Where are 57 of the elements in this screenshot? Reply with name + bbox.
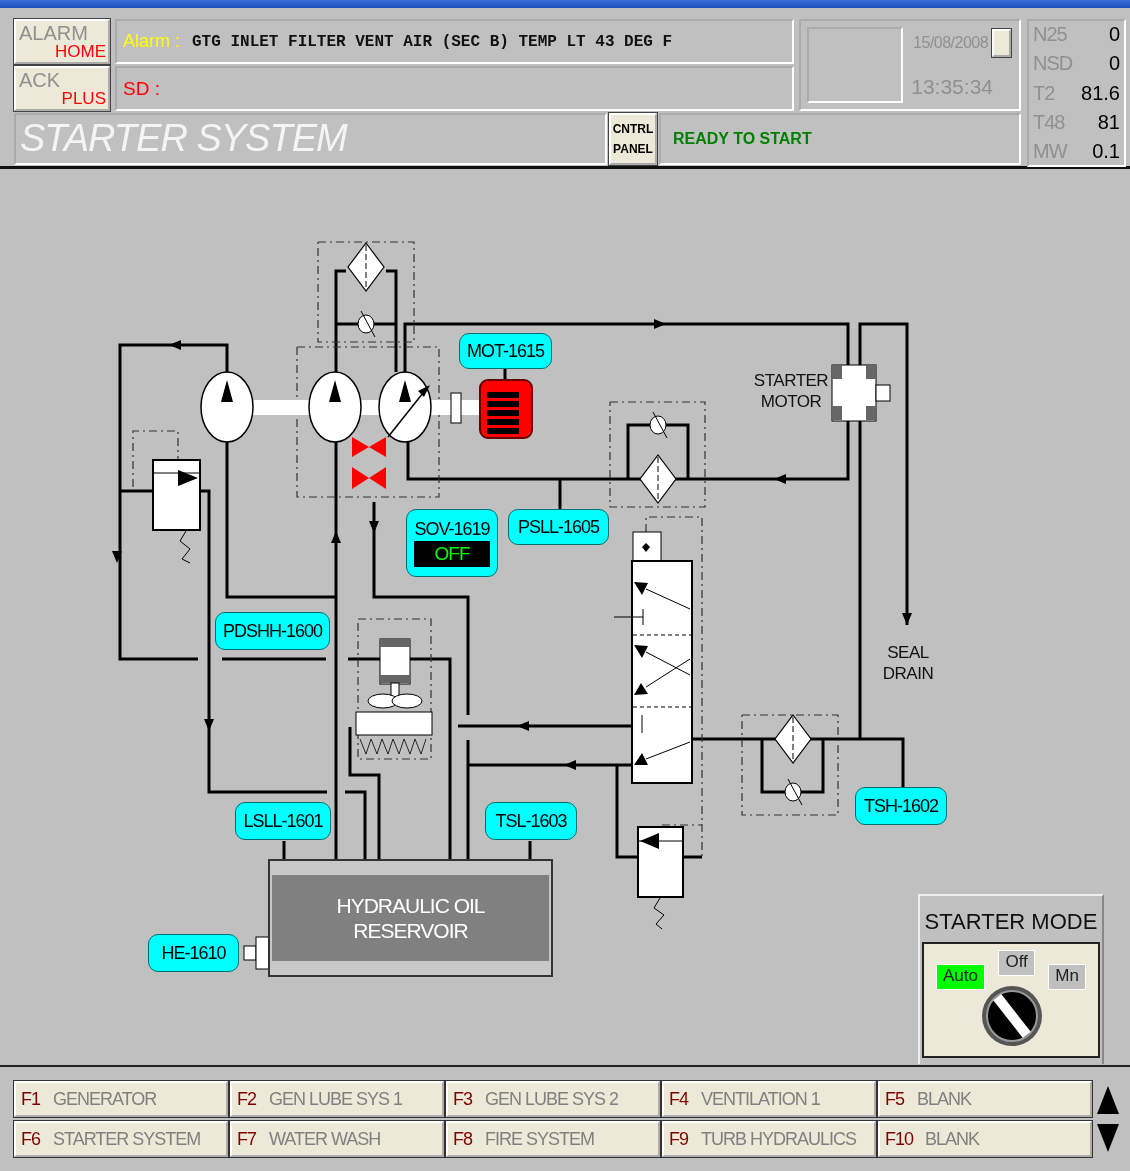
page-down-icon[interactable] bbox=[1096, 1123, 1120, 1153]
tag-label: SOV-1619 bbox=[414, 519, 490, 540]
directional-valve-icon bbox=[613, 531, 693, 784]
panel-title: STARTER MODE bbox=[923, 908, 1099, 936]
cooler-fan-icon bbox=[355, 638, 433, 755]
instrument-tag[interactable]: TSL-1603 bbox=[485, 802, 577, 840]
pump-icon bbox=[308, 371, 362, 443]
relief-valve-icon bbox=[637, 826, 684, 930]
readout-value: 0.1 bbox=[1092, 140, 1120, 163]
instrument-tag[interactable]: PSLL-1605 bbox=[508, 509, 609, 545]
diagram-label: SEAL DRAIN bbox=[881, 642, 935, 684]
page-up-icon[interactable] bbox=[1096, 1085, 1120, 1115]
instrument-tag[interactable]: SOV-1619 OFF bbox=[406, 509, 498, 577]
filter-icon bbox=[347, 242, 385, 292]
function-key-button[interactable]: F4 VENTILATION 1 bbox=[662, 1081, 876, 1117]
function-key-button[interactable]: F9 TURB HYDRAULICS bbox=[662, 1121, 876, 1157]
instrument-tag[interactable]: TSH-1602 bbox=[855, 787, 947, 825]
function-key-button[interactable]: F6 STARTER SYSTEM bbox=[14, 1121, 228, 1157]
diagram-label: STARTER MOTOR bbox=[752, 370, 830, 412]
function-key-button[interactable]: F5 BLANK bbox=[878, 1081, 1092, 1117]
variable-pump-icon bbox=[378, 371, 432, 443]
instrument-tag[interactable]: LSLL-1601 bbox=[235, 802, 331, 840]
date-button[interactable] bbox=[992, 29, 1012, 57]
motor-icon bbox=[479, 379, 533, 439]
function-key-button[interactable]: F7 WATER WASH bbox=[230, 1121, 444, 1157]
relief-valve-icon bbox=[152, 459, 201, 564]
mode-option[interactable]: Mn bbox=[1048, 964, 1086, 990]
heater-connector-icon bbox=[243, 936, 271, 970]
alarm-field: Alarm : GTG INLET FILTER VENT AIR (SEC B) TEMP LT 43 DEG F bbox=[115, 19, 794, 64]
mode-option[interactable]: Off bbox=[998, 950, 1035, 976]
readout-value: 81 bbox=[1097, 110, 1120, 134]
reservoir-label: HYDRAULIC OIL RESERVOIR bbox=[335, 893, 486, 943]
selector-knob-icon[interactable] bbox=[980, 984, 1044, 1048]
function-key-button[interactable]: F2 GEN LUBE SYS 1 bbox=[230, 1081, 444, 1117]
instrument-tag[interactable]: PDSHH-1600 bbox=[215, 612, 330, 650]
instrument-tag[interactable]: HE-1610 bbox=[148, 934, 239, 972]
solenoid-valve-icon bbox=[352, 437, 386, 489]
mode-option[interactable]: Auto bbox=[936, 964, 985, 990]
pump-icon bbox=[200, 371, 254, 443]
readout-value: 81.6 bbox=[1081, 81, 1120, 105]
filter-icon bbox=[639, 454, 677, 504]
readout-value: 0 bbox=[1108, 23, 1120, 46]
starter-motor-icon bbox=[831, 364, 891, 422]
instrument-tag[interactable]: MOT-1615 bbox=[459, 333, 552, 369]
control-panel-button[interactable]: CNTRL PANEL bbox=[609, 113, 657, 165]
check-valve-icon bbox=[649, 411, 668, 439]
filter-icon bbox=[774, 714, 812, 764]
status-field: READY TO START bbox=[659, 113, 1021, 165]
function-key-button[interactable]: F8 FIRE SYSTEM bbox=[446, 1121, 660, 1157]
check-valve-icon bbox=[357, 310, 376, 338]
function-key-button[interactable]: F3 GEN LUBE SYS 2 bbox=[446, 1081, 660, 1117]
function-key-button[interactable]: F10 BLANK bbox=[878, 1121, 1092, 1157]
check-valve-icon bbox=[784, 778, 803, 806]
valve-state: OFF bbox=[414, 541, 490, 567]
readout-value: 0 bbox=[1108, 52, 1120, 76]
shutdown-field: SD : bbox=[115, 66, 794, 111]
function-key-button[interactable]: F1 GENERATOR bbox=[14, 1081, 228, 1117]
